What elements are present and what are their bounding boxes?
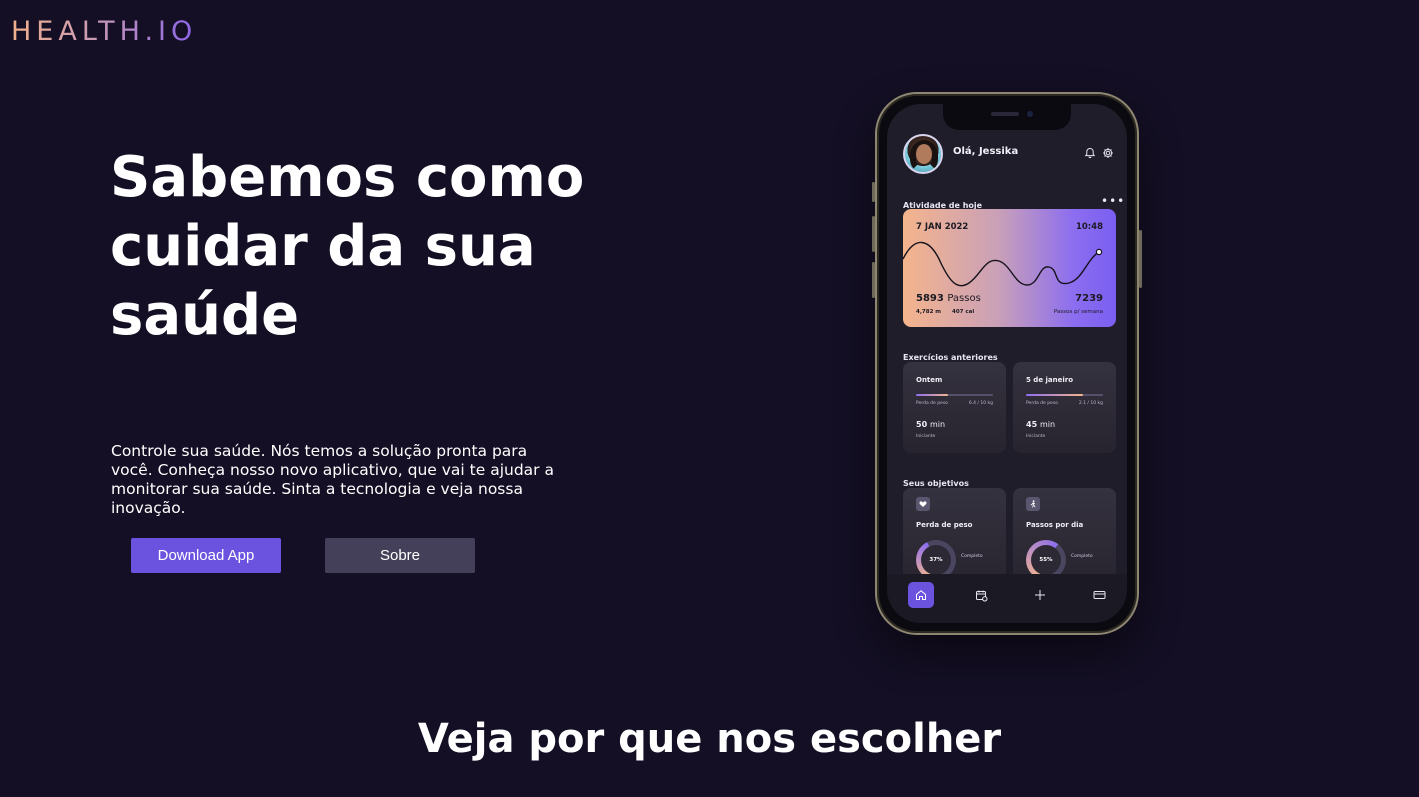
goal-percent: 37%: [921, 545, 951, 575]
gear-icon[interactable]: [1102, 147, 1114, 159]
hero-description: Controle sua saúde. Nós temos a solução …: [111, 442, 554, 517]
phone-notch: [943, 104, 1071, 130]
exercise-level: Iniciante: [916, 434, 936, 439]
previous-exercises-label: Exercícios anteriores: [903, 353, 998, 362]
phone-side-button: [872, 182, 875, 202]
activity-steps: 5893 Passos: [916, 293, 981, 304]
exercise-minutes: 50 min: [916, 420, 945, 429]
goal-status: Completo: [1071, 554, 1093, 559]
exercise-progress: [916, 394, 993, 396]
walk-icon: [1026, 497, 1040, 511]
exercise-sub: Perda de peso: [916, 401, 948, 406]
minutes-unit: min: [929, 420, 946, 429]
heart-icon: [916, 497, 930, 511]
exercise-title: Ontem: [916, 376, 943, 384]
card-icon[interactable]: [1086, 582, 1112, 608]
camera: [1027, 111, 1033, 117]
activity-current-point: [1095, 248, 1103, 256]
minutes-value: 50: [916, 420, 928, 429]
section-title: Veja por que nos escolher: [417, 716, 1002, 762]
activity-date: 7 JAN 2022: [916, 222, 969, 232]
activity-card[interactable]: 7 JAN 2022 10:48 5893 Passos 7239 4,782 …: [903, 209, 1116, 327]
goal-card[interactable]: Passos por dia 55% Completo: [1013, 488, 1116, 588]
goal-percent: 55%: [1031, 545, 1061, 575]
calendar-icon[interactable]: [968, 582, 994, 608]
week-steps: 7239: [1075, 293, 1103, 304]
goal-title: Passos por dia: [1026, 521, 1084, 529]
goal-card[interactable]: Perda de peso 37% Completo: [903, 488, 1006, 588]
phone-mockup: Olá, Jessika Atividade de hoje ••• 7 JAN…: [872, 92, 1142, 635]
about-button[interactable]: Sobre: [325, 538, 475, 573]
goal-status: Completo: [961, 554, 983, 559]
exercise-progress-fill: [1026, 394, 1083, 396]
bottom-tab-bar: [887, 574, 1127, 623]
minutes-value: 45: [1026, 420, 1038, 429]
steps-unit: Passos: [947, 293, 981, 304]
exercise-sub-value: 2.1 / 10 kg: [1078, 401, 1103, 406]
home-icon[interactable]: [908, 582, 934, 608]
goal-title: Perda de peso: [916, 521, 973, 529]
exercise-sub-value: 6.4 / 10 kg: [968, 401, 993, 406]
phone-screen: Olá, Jessika Atividade de hoje ••• 7 JAN…: [887, 104, 1127, 623]
exercise-minutes: 45 min: [1026, 420, 1055, 429]
brand-logo[interactable]: HEALTH.IO: [11, 16, 197, 47]
week-label: Passos p/ semana: [1053, 309, 1103, 315]
greeting: Olá, Jessika: [953, 146, 1019, 157]
calories: 407 cal: [952, 309, 975, 315]
activity-time: 10:48: [1075, 222, 1103, 232]
hero-title: Sabemos como cuidar da sua saúde: [110, 145, 585, 348]
exercise-card[interactable]: 5 de janeiro Perda de peso 2.1 / 10 kg 4…: [1013, 362, 1116, 453]
exercise-level: Iniciante: [1026, 434, 1046, 439]
activity-wave-chart: [903, 241, 1103, 287]
avatar[interactable]: [903, 134, 943, 174]
download-app-button[interactable]: Download App: [131, 538, 281, 573]
exercise-card[interactable]: Ontem Perda de peso 6.4 / 10 kg 50 min I…: [903, 362, 1006, 453]
distance: 4,782 m: [916, 309, 942, 315]
exercise-progress-fill: [916, 394, 949, 396]
exercise-title: 5 de janeiro: [1026, 376, 1074, 384]
phone-volume-up: [872, 216, 875, 252]
phone-power-button: [1139, 230, 1142, 288]
steps-value: 5893: [916, 293, 944, 304]
phone-volume-down: [872, 262, 875, 298]
exercise-sub: Perda de peso: [1026, 401, 1058, 406]
speaker: [991, 112, 1019, 116]
more-icon[interactable]: •••: [1101, 195, 1125, 207]
minutes-unit: min: [1039, 420, 1056, 429]
bell-icon[interactable]: [1084, 147, 1096, 159]
avatar-face: [916, 144, 932, 164]
exercise-progress: [1026, 394, 1103, 396]
goals-label: Seus objetivos: [903, 479, 969, 488]
plus-icon[interactable]: [1027, 582, 1053, 608]
